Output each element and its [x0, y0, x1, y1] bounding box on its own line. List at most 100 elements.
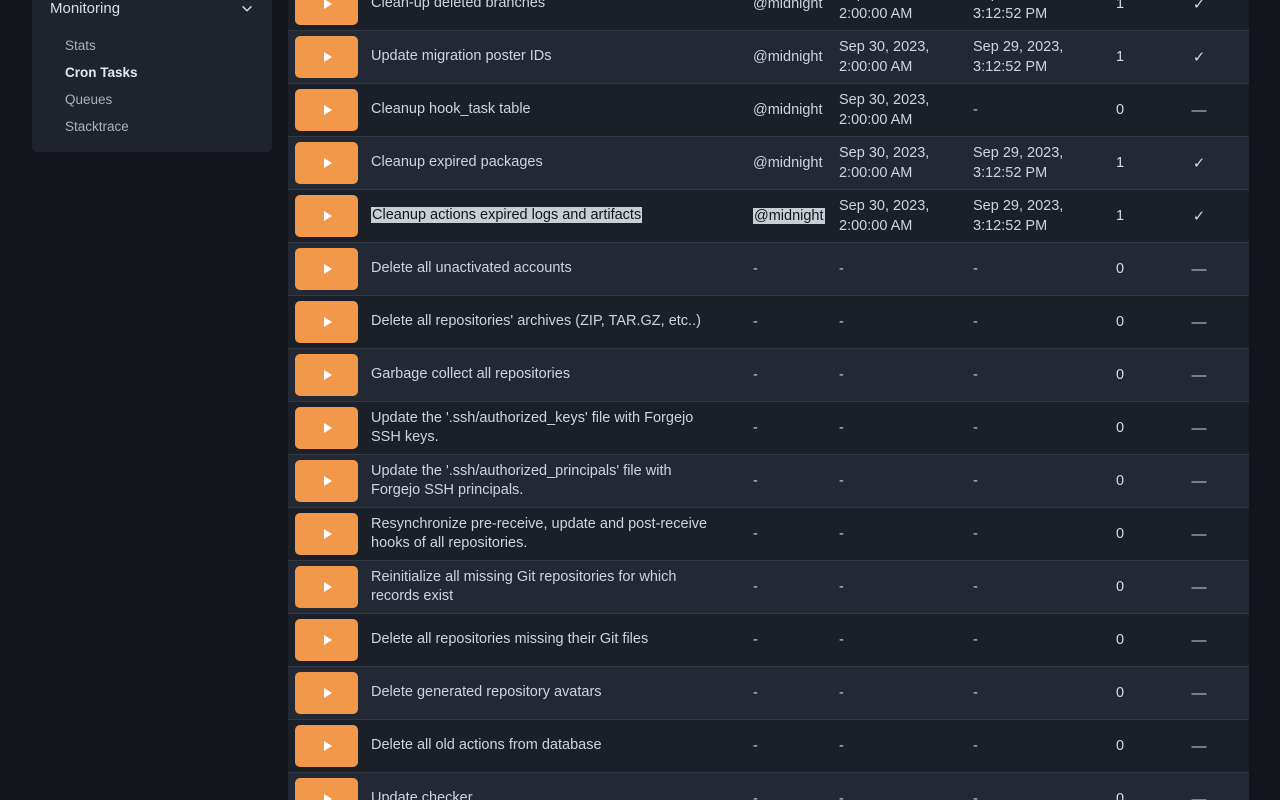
- cron-task-row: Garbage collect all repositories - - - 0…: [288, 349, 1249, 402]
- task-name: Update the '.ssh/authorized_keys' file w…: [371, 410, 693, 446]
- sidebar-item-cron-tasks[interactable]: Cron Tasks: [32, 59, 272, 86]
- task-next-run: -: [823, 360, 957, 390]
- task-schedule-cell: -: [737, 632, 823, 648]
- task-prev-run: -: [957, 572, 1091, 602]
- run-task-button[interactable]: [295, 248, 358, 290]
- cron-task-row: Update the '.ssh/authorized_principals' …: [288, 455, 1249, 508]
- task-run-cell: [288, 354, 358, 396]
- run-task-button[interactable]: [295, 142, 358, 184]
- task-status-icon: —: [1149, 738, 1249, 755]
- task-schedule: -: [753, 738, 758, 754]
- task-schedule: -: [753, 367, 758, 383]
- cron-task-row: Cleanup hook_task table @midnight Sep 30…: [288, 84, 1249, 137]
- cron-task-row: Delete all old actions from database - -…: [288, 720, 1249, 773]
- task-schedule-cell: @midnight: [737, 49, 823, 65]
- task-next-run: Sep 30, 2023, 2:00:00 AM: [823, 138, 957, 188]
- task-name-cell: Delete all repositories' archives (ZIP, …: [358, 307, 737, 337]
- play-icon: [324, 423, 332, 433]
- run-task-button[interactable]: [295, 89, 358, 131]
- task-run-cell: [288, 89, 358, 131]
- sidebar-item-stats[interactable]: Stats: [32, 32, 272, 59]
- task-status-icon: ✓: [1149, 207, 1249, 225]
- task-prev-run: Sep 29, 2023, 3:12:52 PM: [957, 138, 1091, 188]
- task-exec-count: 0: [1091, 579, 1149, 595]
- sidebar-item-label: Queues: [65, 92, 112, 107]
- sidebar-item-stacktrace[interactable]: Stacktrace: [32, 113, 272, 140]
- run-task-button[interactable]: [295, 513, 358, 555]
- task-name-cell: Garbage collect all repositories: [358, 360, 737, 390]
- task-status-icon: —: [1149, 579, 1249, 596]
- task-schedule: @midnight: [753, 102, 823, 118]
- run-task-button[interactable]: [295, 354, 358, 396]
- cron-tasks-table: Clean-up deleted branches @midnight Sep …: [288, 0, 1249, 800]
- sidebar-item-queues[interactable]: Queues: [32, 86, 272, 113]
- task-name-cell: Clean-up deleted branches: [358, 0, 737, 19]
- task-exec-count: 0: [1091, 261, 1149, 277]
- run-task-button[interactable]: [295, 195, 358, 237]
- task-status-icon: ✓: [1149, 48, 1249, 66]
- task-name: Update migration poster IDs: [371, 48, 552, 64]
- task-run-cell: [288, 619, 358, 661]
- task-name-cell: Reinitialize all missing Git repositorie…: [358, 563, 737, 612]
- task-name-cell: Update the '.ssh/authorized_principals' …: [358, 457, 737, 506]
- task-schedule-cell: -: [737, 526, 823, 542]
- cron-task-row: Clean-up deleted branches @midnight Sep …: [288, 0, 1249, 31]
- task-prev-run: -: [957, 307, 1091, 337]
- task-name: Reinitialize all missing Git repositorie…: [371, 569, 676, 605]
- run-task-button[interactable]: [295, 672, 358, 714]
- task-next-run: -: [823, 625, 957, 655]
- task-exec-count: 0: [1091, 526, 1149, 542]
- cron-task-row: Update the '.ssh/authorized_keys' file w…: [288, 402, 1249, 455]
- task-exec-count: 0: [1091, 367, 1149, 383]
- task-name: Delete all old actions from database: [371, 737, 602, 753]
- play-icon: [324, 105, 332, 115]
- task-next-run: Sep 30, 2023, 2:00:00 AM: [823, 0, 957, 29]
- cron-task-row: Reinitialize all missing Git repositorie…: [288, 561, 1249, 614]
- task-schedule: -: [753, 632, 758, 648]
- task-run-cell: [288, 460, 358, 502]
- run-task-button[interactable]: [295, 301, 358, 343]
- task-status-icon: —: [1149, 102, 1249, 119]
- task-next-run: Sep 30, 2023, 2:00:00 AM: [823, 32, 957, 82]
- task-exec-count: 1: [1091, 49, 1149, 65]
- task-schedule-cell: -: [737, 261, 823, 277]
- task-next-run: Sep 30, 2023, 2:00:00 AM: [823, 85, 957, 135]
- run-task-button[interactable]: [295, 0, 358, 25]
- task-exec-count: 0: [1091, 314, 1149, 330]
- task-run-cell: [288, 672, 358, 714]
- run-task-button[interactable]: [295, 725, 358, 767]
- task-next-run: -: [823, 731, 957, 761]
- play-icon: [324, 0, 332, 9]
- task-exec-count: 0: [1091, 473, 1149, 489]
- task-prev-run: Sep 29, 2023, 3:12:52 PM: [957, 0, 1091, 29]
- sidebar-section-monitoring[interactable]: Monitoring: [32, 0, 272, 18]
- task-schedule-cell: -: [737, 367, 823, 383]
- run-task-button[interactable]: [295, 407, 358, 449]
- play-icon: [324, 52, 332, 62]
- task-schedule: @midnight: [753, 0, 823, 12]
- task-next-run: Sep 30, 2023, 2:00:00 AM: [823, 191, 957, 241]
- task-status-icon: —: [1149, 526, 1249, 543]
- task-schedule-cell: -: [737, 473, 823, 489]
- task-schedule-cell: -: [737, 791, 823, 800]
- run-task-button[interactable]: [295, 778, 358, 800]
- task-schedule: -: [753, 314, 758, 330]
- task-next-run: -: [823, 254, 957, 284]
- task-run-cell: [288, 725, 358, 767]
- run-task-button[interactable]: [295, 566, 358, 608]
- run-task-button[interactable]: [295, 460, 358, 502]
- play-icon: [324, 264, 332, 274]
- task-name-cell: Cleanup expired packages: [358, 148, 737, 178]
- task-run-cell: [288, 248, 358, 290]
- task-exec-count: 1: [1091, 208, 1149, 224]
- chevron-down-icon: [240, 2, 254, 16]
- task-prev-run: Sep 29, 2023, 3:12:52 PM: [957, 32, 1091, 82]
- task-next-run: -: [823, 678, 957, 708]
- run-task-button[interactable]: [295, 36, 358, 78]
- task-prev-run: -: [957, 731, 1091, 761]
- task-next-run: -: [823, 572, 957, 602]
- run-task-button[interactable]: [295, 619, 358, 661]
- task-run-cell: [288, 0, 358, 25]
- task-name-cell: Delete all unactivated accounts: [358, 254, 737, 284]
- task-prev-run: -: [957, 784, 1091, 800]
